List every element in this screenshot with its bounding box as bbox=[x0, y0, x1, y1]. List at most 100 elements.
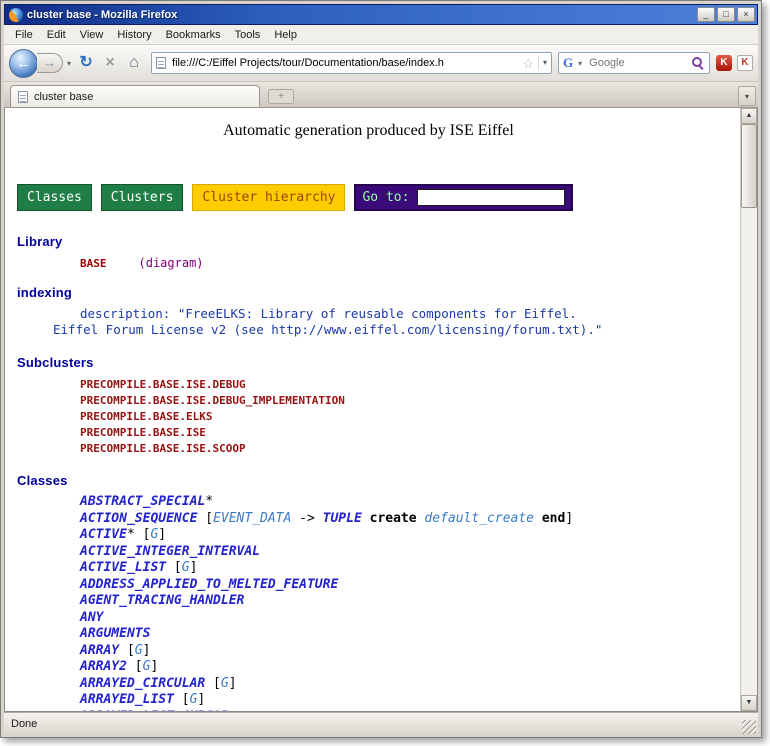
cluster-hierarchy-button[interactable]: Cluster hierarchy bbox=[192, 184, 345, 211]
code-text: ] bbox=[565, 511, 573, 526]
code-text: end bbox=[542, 511, 565, 526]
class-row: ACTIVE_LIST [G] bbox=[17, 560, 740, 577]
status-bar: Done bbox=[4, 712, 758, 734]
class-row: ANY bbox=[17, 610, 740, 627]
code-text: ] bbox=[229, 676, 237, 691]
code-text: ] bbox=[197, 692, 205, 707]
classes-button[interactable]: Classes bbox=[17, 184, 92, 211]
class-link[interactable]: AGENT_TRACING_HANDLER bbox=[80, 593, 244, 608]
menu-item[interactable]: View bbox=[73, 27, 111, 43]
new-tab-button[interactable]: + bbox=[268, 89, 294, 104]
kaspersky-icon[interactable]: K bbox=[716, 55, 732, 71]
library-heading: Library bbox=[17, 234, 740, 249]
class-link[interactable]: ACTIVE_LIST bbox=[80, 560, 166, 575]
class-link[interactable]: ACTIVE bbox=[80, 527, 127, 542]
description-line-1: description: "FreeELKS: Library of reusa… bbox=[17, 306, 740, 322]
menu-item[interactable]: File bbox=[8, 27, 40, 43]
vertical-scrollbar[interactable]: ▲ ▼ bbox=[740, 108, 757, 711]
class-link[interactable]: TUPLE bbox=[323, 511, 362, 526]
generic-param-link[interactable]: G bbox=[182, 560, 190, 575]
subcluster-link[interactable]: PRECOMPILE.BASE.ISE.DEBUG_IMPLEMENTATION bbox=[17, 393, 740, 409]
class-link[interactable]: ARRAY2 bbox=[80, 659, 127, 674]
url-dropdown-icon[interactable]: ▾ bbox=[538, 56, 547, 70]
subcluster-link[interactable]: PRECOMPILE.BASE.ISE.SCOOP bbox=[17, 441, 740, 457]
subcluster-link[interactable]: PRECOMPILE.BASE.ISE bbox=[17, 425, 740, 441]
goto-label: Go to: bbox=[362, 190, 409, 205]
close-button[interactable]: × bbox=[737, 7, 755, 22]
home-icon[interactable]: ⌂ bbox=[123, 52, 145, 74]
subclusters-heading: Subclusters bbox=[17, 355, 740, 370]
class-link[interactable]: ACTIVE_INTEGER_INTERVAL bbox=[80, 544, 260, 559]
scrollbar-track[interactable] bbox=[741, 208, 757, 695]
code-text bbox=[534, 511, 542, 526]
doc-nav-buttons: Classes Clusters Cluster hierarchy Go to… bbox=[17, 184, 740, 211]
code-text: [ bbox=[205, 676, 221, 691]
scrollbar-thumb[interactable] bbox=[741, 124, 757, 208]
search-engine-dropdown-icon[interactable]: ▾ bbox=[576, 59, 584, 68]
generic-param-link[interactable]: EVENT_DATA bbox=[213, 511, 291, 526]
menu-item[interactable]: Bookmarks bbox=[159, 27, 228, 43]
content-area: Automatic generation produced by ISE Eif… bbox=[4, 107, 758, 712]
subcluster-link[interactable]: PRECOMPILE.BASE.ISE.DEBUG bbox=[17, 377, 740, 393]
code-text: [ bbox=[197, 511, 213, 526]
class-row: ARRAYED_LIST [G] bbox=[17, 692, 740, 709]
class-row: ABSTRACT_SPECIAL* bbox=[17, 494, 740, 511]
menu-item[interactable]: History bbox=[110, 27, 158, 43]
refresh-icon[interactable]: ↻ bbox=[75, 52, 97, 74]
goto-input[interactable] bbox=[417, 189, 565, 206]
browser-window: cluster base - Mozilla Firefox _ □ × Fil… bbox=[0, 0, 762, 738]
classes-list: ABSTRACT_SPECIAL*ACTION_SEQUENCE [EVENT_… bbox=[17, 494, 740, 711]
menu-item[interactable]: Edit bbox=[40, 27, 73, 43]
indexing-description: description: "FreeELKS: Library of reusa… bbox=[17, 306, 740, 338]
class-link[interactable]: ANY bbox=[80, 610, 103, 625]
code-text: ] bbox=[150, 659, 158, 674]
search-magnifier-icon[interactable] bbox=[691, 56, 705, 70]
search-input[interactable] bbox=[587, 56, 688, 70]
forward-button[interactable]: → bbox=[37, 53, 63, 73]
class-link[interactable]: ARRAYED_LIST bbox=[80, 692, 174, 707]
class-link[interactable]: ARRAYED_LIST_CURSOR bbox=[80, 709, 229, 712]
generic-param-link[interactable]: G bbox=[135, 643, 143, 658]
subclusters-list: PRECOMPILE.BASE.ISE.DEBUGPRECOMPILE.BASE… bbox=[17, 377, 740, 457]
minimize-button[interactable]: _ bbox=[697, 7, 715, 22]
generic-param-link[interactable]: default_create bbox=[424, 511, 534, 526]
generic-param-link[interactable]: G bbox=[221, 676, 229, 691]
bookmark-star-icon[interactable]: ☆ bbox=[522, 57, 534, 70]
list-all-tabs-icon[interactable]: ▾ bbox=[738, 86, 756, 106]
scroll-up-icon[interactable]: ▲ bbox=[741, 108, 757, 124]
titlebar[interactable]: cluster base - Mozilla Firefox _ □ × bbox=[4, 4, 758, 25]
address-bar[interactable]: ☆ ▾ bbox=[151, 52, 552, 74]
code-text: create bbox=[370, 511, 417, 526]
subcluster-link[interactable]: PRECOMPILE.BASE.ELKS bbox=[17, 409, 740, 425]
status-text: Done bbox=[11, 718, 37, 730]
scroll-down-icon[interactable]: ▼ bbox=[741, 695, 757, 711]
search-bar[interactable]: G ▾ bbox=[558, 52, 710, 74]
tab-cluster-base[interactable]: cluster base bbox=[10, 85, 260, 107]
code-text: * [ bbox=[127, 527, 150, 542]
class-link[interactable]: ACTION_SEQUENCE bbox=[80, 511, 197, 526]
url-input[interactable] bbox=[170, 56, 518, 70]
code-text: * bbox=[205, 494, 213, 509]
history-dropdown-icon[interactable]: ▾ bbox=[65, 59, 73, 68]
code-text: [ bbox=[127, 659, 143, 674]
indexing-heading: indexing bbox=[17, 285, 740, 300]
class-link[interactable]: ARGUMENTS bbox=[80, 626, 150, 641]
kaspersky-secondary-icon[interactable]: K bbox=[737, 55, 753, 71]
stop-icon[interactable]: × bbox=[99, 52, 121, 74]
code-text: [ bbox=[166, 560, 182, 575]
clusters-button[interactable]: Clusters bbox=[101, 184, 184, 211]
class-link[interactable]: ADDRESS_APPLIED_TO_MELTED_FEATURE bbox=[80, 577, 338, 592]
class-link[interactable]: ARRAYED_CIRCULAR bbox=[80, 676, 205, 691]
class-link[interactable]: ABSTRACT_SPECIAL bbox=[80, 494, 205, 509]
resize-grip[interactable] bbox=[742, 720, 756, 734]
menu-item[interactable]: Tools bbox=[228, 27, 268, 43]
library-diagram-link[interactable]: (diagram) bbox=[139, 256, 204, 270]
class-link[interactable]: ARRAY bbox=[80, 643, 119, 658]
code-text: [ bbox=[119, 643, 135, 658]
maximize-button[interactable]: □ bbox=[717, 7, 735, 22]
library-base-link[interactable]: BASE bbox=[80, 257, 107, 270]
class-row: ARRAYED_LIST_CURSOR bbox=[17, 709, 740, 712]
menu-item[interactable]: Help bbox=[267, 27, 304, 43]
code-text: ] bbox=[158, 527, 166, 542]
back-button[interactable]: ← bbox=[9, 49, 38, 78]
